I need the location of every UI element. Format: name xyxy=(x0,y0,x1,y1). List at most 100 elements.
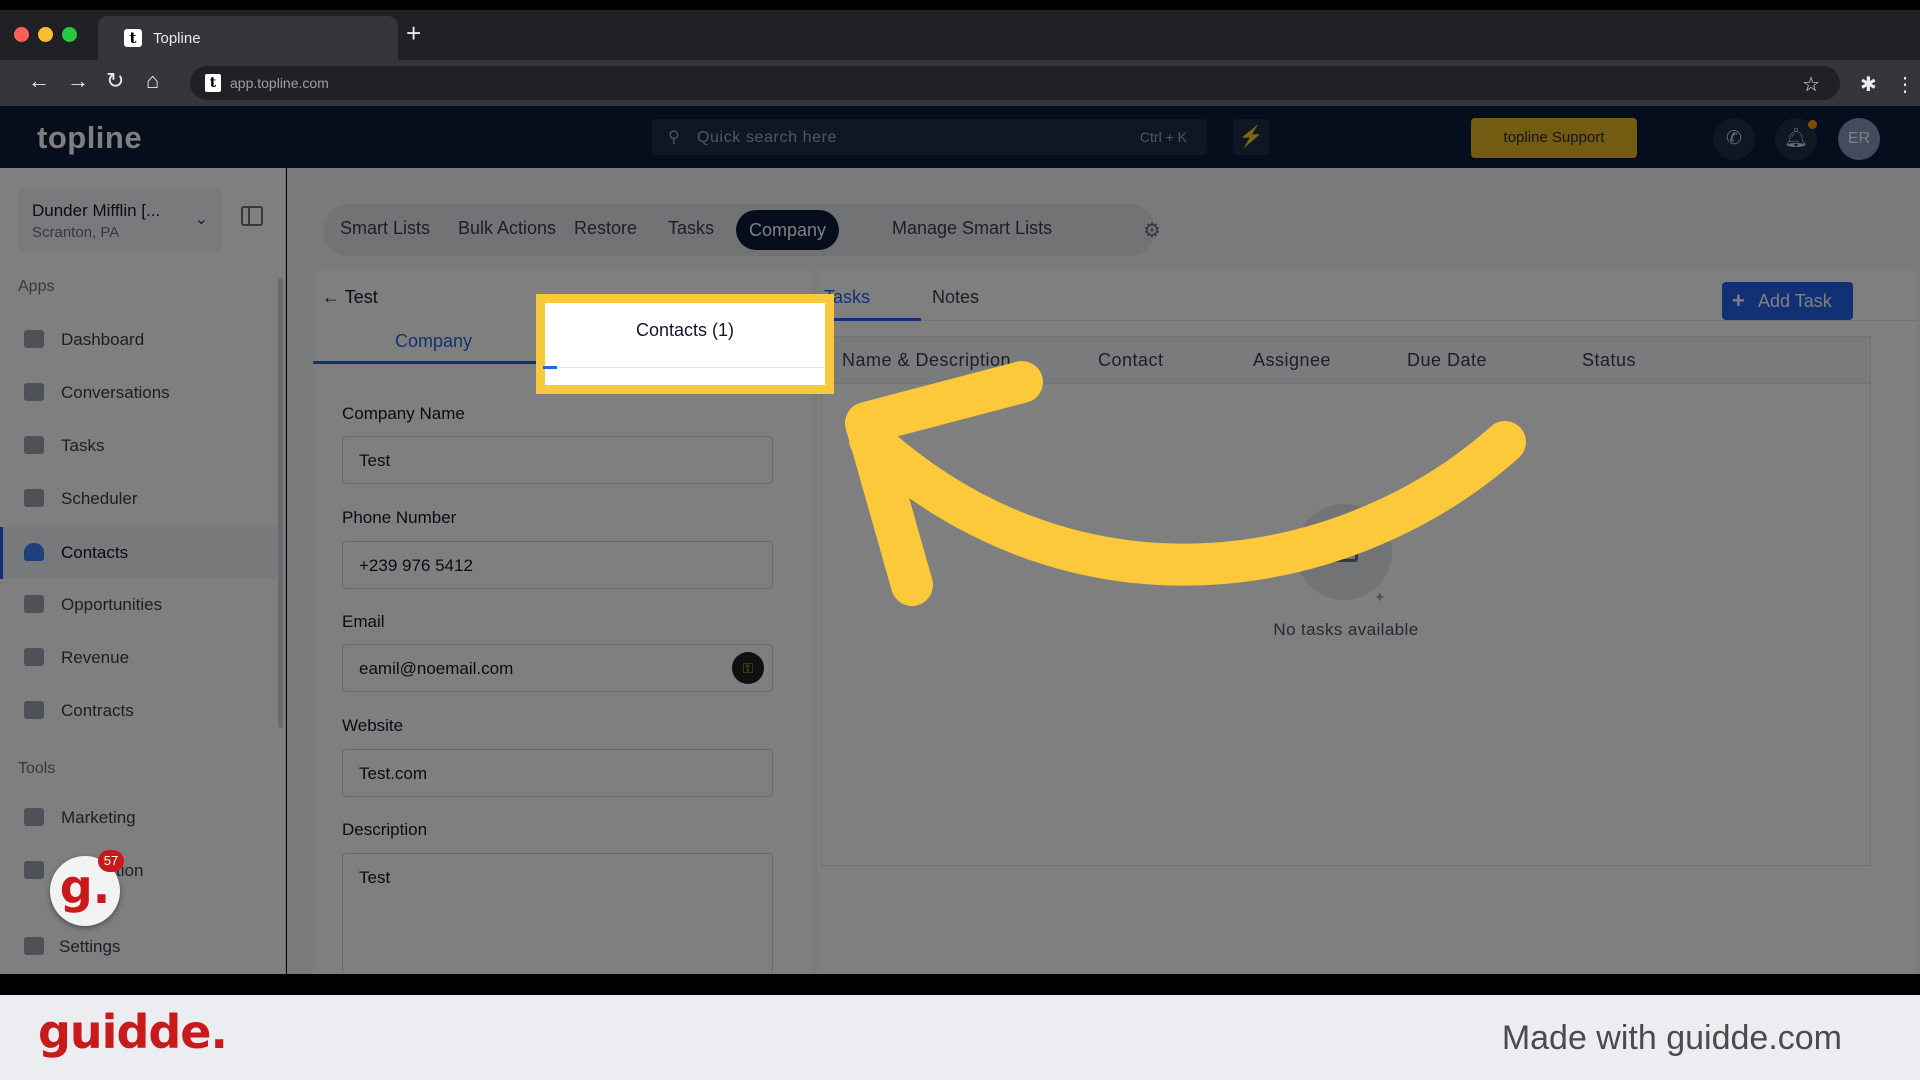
guidde-logo[interactable]: guidde. xyxy=(38,1005,228,1059)
back-arrow-icon[interactable]: ← xyxy=(28,70,50,92)
extensions-icon[interactable]: ✱ xyxy=(1860,72,1877,97)
column-header-name[interactable]: Name & Description xyxy=(842,350,1011,371)
website-field[interactable]: Test.com xyxy=(342,749,773,797)
back-arrow-icon: ← xyxy=(322,287,345,307)
browser-tab-title: Topline xyxy=(153,30,201,47)
back-label: Test xyxy=(344,287,378,307)
tab-bulk-actions[interactable]: Bulk Actions xyxy=(458,218,556,239)
sidebar-item-revenue[interactable]: Revenue xyxy=(0,632,280,684)
tab-smart-lists[interactable]: Smart Lists xyxy=(340,218,430,239)
close-window-button[interactable] xyxy=(14,27,29,42)
tab-divider xyxy=(545,367,825,368)
sidebar-item-label: Opportunities xyxy=(61,595,163,614)
description-field[interactable]: Test xyxy=(342,853,773,974)
sidebar-item-opportunities[interactable]: Opportunities xyxy=(0,579,280,631)
sidebar-item-tasks[interactable]: Tasks xyxy=(0,420,280,472)
search-shortcut: Ctrl + K xyxy=(1139,129,1187,145)
tab-restore[interactable]: Restore xyxy=(574,218,637,239)
tab-contacts[interactable]: Contacts (1) xyxy=(545,320,825,341)
active-tab-indicator xyxy=(313,361,563,364)
highlight-contacts-tab[interactable]: Contacts (1) xyxy=(536,294,834,394)
guidde-count-badge: 57 xyxy=(98,850,124,872)
topline-logo[interactable]: topline xyxy=(37,120,142,156)
column-header-due-date[interactable]: Due Date xyxy=(1407,350,1487,371)
dashboard-icon xyxy=(24,330,44,348)
add-task-label: Add Task xyxy=(1758,291,1832,311)
search-placeholder: Quick search here xyxy=(697,129,838,146)
sparkle-icon: ✦ xyxy=(1273,565,1285,581)
website-label: Website xyxy=(342,716,404,735)
company-name-label: Company Name xyxy=(342,404,465,423)
sidebar-item-contracts[interactable]: Contracts xyxy=(0,685,280,737)
maximize-window-button[interactable] xyxy=(62,27,77,42)
phone-number-field[interactable]: +239 976 5412 xyxy=(342,541,773,589)
reload-icon[interactable]: ↻ xyxy=(106,70,124,92)
sidebar-item-scheduler[interactable]: Scheduler xyxy=(0,473,280,525)
column-header-contact[interactable]: Contact xyxy=(1098,350,1164,371)
phone-number-label: Phone Number xyxy=(342,508,457,527)
new-tab-button[interactable]: + xyxy=(406,20,421,46)
browser-menu-icon[interactable]: ⋮ xyxy=(1895,72,1915,97)
sidebar-item-conversations[interactable]: Conversations xyxy=(0,367,280,419)
support-button[interactable]: topline Support xyxy=(1471,118,1637,158)
lightning-icon[interactable]: ⚡ xyxy=(1233,119,1269,155)
sidebar-item-label: Conversations xyxy=(61,383,170,402)
sidebar-item-label: Contacts xyxy=(61,543,129,562)
notification-dot xyxy=(1808,120,1817,129)
location-switcher[interactable]: Dunder Mifflin [... Scranton, PA ⌄ xyxy=(18,189,222,251)
avatar[interactable]: ER xyxy=(1838,118,1880,160)
sidebar-item-label: Scheduler xyxy=(61,489,138,508)
sidebar-item-automation[interactable]: tion xyxy=(0,845,280,897)
tab-tasks[interactable]: Tasks xyxy=(668,218,714,239)
phone-number-value: +239 976 5412 xyxy=(359,556,473,575)
column-header-status[interactable]: Status xyxy=(1582,350,1636,371)
site-favicon-icon: t xyxy=(205,74,221,92)
clipboard-icon xyxy=(24,436,44,454)
add-task-button[interactable]: + Add Task xyxy=(1722,282,1853,320)
gear-icon xyxy=(24,937,44,955)
sidebar-item-label: Tasks xyxy=(61,436,105,455)
tab-company[interactable]: Company xyxy=(736,210,840,250)
tab-notes[interactable]: Notes xyxy=(932,287,979,308)
home-icon[interactable]: ⌂ xyxy=(146,70,159,92)
url-field[interactable]: t app.topline.com ☆ xyxy=(190,66,1840,100)
email-field[interactable]: eamil@noemail.com ⚿ xyxy=(342,644,773,692)
sidebar-item-marketing[interactable]: Marketing xyxy=(0,792,280,844)
back-button[interactable]: ← Test xyxy=(322,287,378,308)
password-key-icon[interactable]: ⚿ xyxy=(732,652,764,684)
forward-arrow-icon[interactable]: → xyxy=(67,70,89,92)
contacts-subnav: Smart Lists Bulk Actions Restore Tasks C… xyxy=(323,204,1161,256)
gear-icon[interactable]: ⚙ xyxy=(1143,218,1161,243)
sidebar-item-label: Contracts xyxy=(61,701,134,720)
empty-state-text: No tasks available xyxy=(1273,620,1419,639)
sidebar-scrollbar[interactable] xyxy=(278,278,283,728)
sidebar-item-dashboard[interactable]: Dashboard xyxy=(0,314,280,366)
plus-icon: + xyxy=(1732,288,1745,313)
bookmark-star-icon[interactable]: ☆ xyxy=(1802,72,1820,97)
quick-search-input[interactable]: ⚲ Quick search here Ctrl + K xyxy=(652,119,1207,155)
collapse-sidebar-icon[interactable] xyxy=(241,206,263,226)
description-label: Description xyxy=(342,820,428,839)
sidebar-item-label: Revenue xyxy=(61,648,130,667)
calendar-icon xyxy=(24,489,44,507)
gears-icon xyxy=(24,861,44,879)
tasks-card: Tasks Notes + Add Task Name & Description… xyxy=(817,271,1917,974)
main-content: Smart Lists Bulk Actions Restore Tasks C… xyxy=(287,168,1920,974)
tab-company-details[interactable]: Company xyxy=(395,331,472,352)
company-name-field[interactable]: Test xyxy=(342,436,773,484)
topline-favicon-icon: t xyxy=(124,29,142,47)
tab-manage-smart-lists[interactable]: Manage Smart Lists xyxy=(892,218,1052,239)
description-value: Test xyxy=(359,868,391,887)
column-header-assignee[interactable]: Assignee xyxy=(1253,350,1331,371)
url-text: app.topline.com xyxy=(230,75,329,91)
minimize-window-button[interactable] xyxy=(38,27,53,42)
chevron-down-icon: ⌄ xyxy=(194,211,208,228)
table-header: Name & Description Contact Assignee Due … xyxy=(822,337,1870,384)
made-with-text: Made with guidde.com xyxy=(1501,1019,1842,1057)
sidebar-item-settings[interactable]: Settings xyxy=(0,921,280,973)
apps-heading: Apps xyxy=(18,278,55,295)
sidebar-item-contacts[interactable]: Contacts xyxy=(0,527,280,579)
location-name: Dunder Mifflin [... xyxy=(32,201,161,220)
browser-tab[interactable]: t Topline xyxy=(98,16,398,60)
phone-icon[interactable]: ✆ xyxy=(1713,118,1755,160)
